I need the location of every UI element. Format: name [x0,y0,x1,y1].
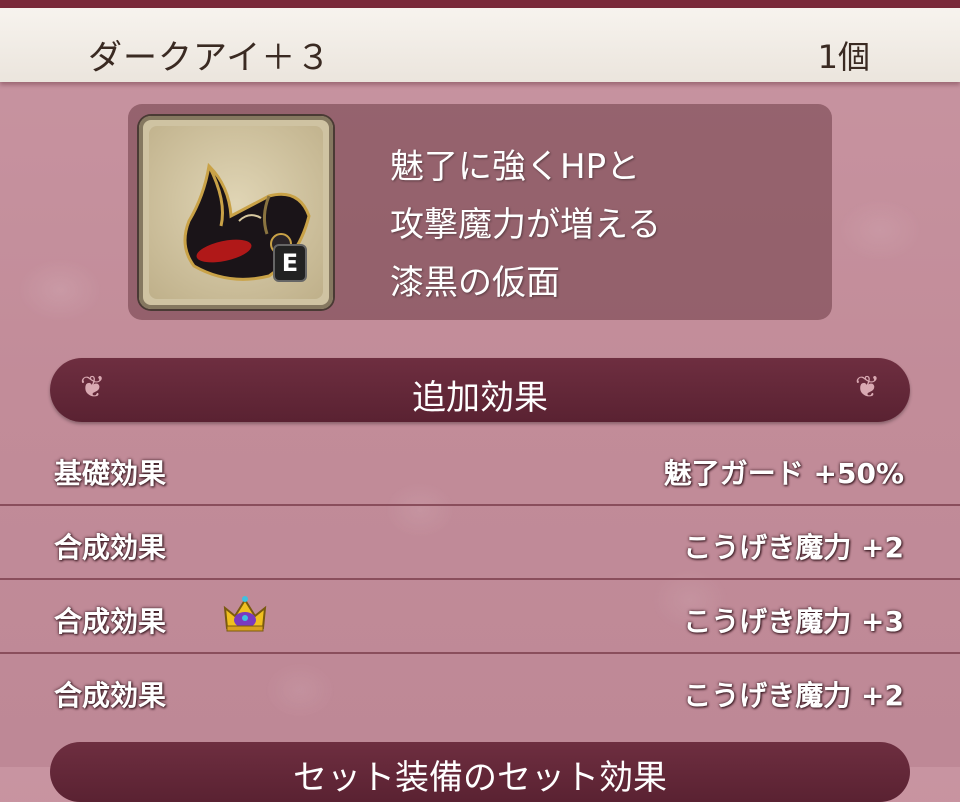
effect-row: 基礎効果 魅了ガード +50% [0,434,960,506]
additional-effects-header: ❦ 追加効果 ❦ [50,358,910,422]
description-line-2: 攻撃魔力が増える [390,205,661,245]
effect-label: 基礎効果 [54,457,167,490]
crown-icon [223,596,267,632]
top-border [0,0,960,8]
item-name: ダークアイ＋３ [88,38,332,78]
description-line-1: 魅了に強くHPと [390,147,641,187]
description-line-3: 漆黒の仮面 [390,263,560,303]
item-description: 魅了に強くHPと 攻撃魔力が増える 漆黒の仮面 [390,138,661,312]
effect-row: 合成効果 こうげき魔力 +3 [0,582,960,654]
effect-value: こうげき魔力 +2 [683,531,904,564]
effect-row: 合成効果 こうげき魔力 +2 [0,508,960,580]
effect-label: 合成効果 [54,531,167,564]
row-divider [0,504,960,506]
row-divider [0,652,960,654]
effect-row: 合成効果 こうげき魔力 +2 [0,656,960,728]
effect-value: 魅了ガード +50% [663,457,904,490]
row-divider [0,578,960,580]
item-count: 1個 [817,38,870,76]
effect-label: 合成効果 [54,605,167,638]
effect-value: こうげき魔力 +2 [683,679,904,712]
section-title: 追加効果 [412,378,548,418]
effect-value: こうげき魔力 +3 [683,605,904,638]
item-title-bar: ダークアイ＋３ 1個 [0,8,960,82]
set-effects-header: セット装備のセット効果 [50,742,910,802]
effect-label: 合成効果 [54,679,167,712]
equipped-badge: E [273,244,307,282]
ornament-right-icon: ❦ [854,370,880,405]
next-section-title: セット装備のセット効果 [293,758,667,798]
